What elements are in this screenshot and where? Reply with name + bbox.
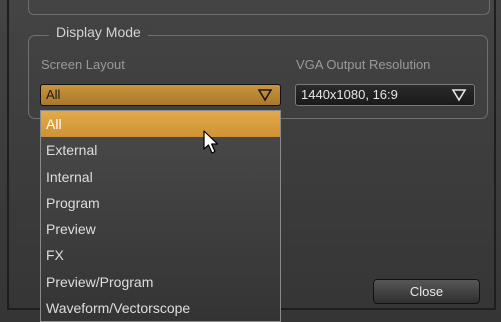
option-fx[interactable]: FX <box>41 242 280 268</box>
screen-layout-value: All <box>46 87 61 102</box>
screen-layout-combobox[interactable]: All <box>40 84 281 106</box>
triangle-down-icon <box>257 89 273 102</box>
option-external[interactable]: External <box>41 137 280 163</box>
upper-groupbox <box>28 0 490 15</box>
option-all[interactable]: All <box>41 111 280 138</box>
option-preview[interactable]: Preview <box>41 216 280 242</box>
option-preview-program[interactable]: Preview/Program <box>41 269 280 295</box>
option-program[interactable]: Program <box>41 190 280 216</box>
triangle-down-icon <box>451 89 467 102</box>
vga-output-resolution-label: VGA Output Resolution <box>296 57 431 72</box>
vga-resolution-value: 1440x1080, 16:9 <box>301 87 398 102</box>
mouse-pointer-icon <box>203 130 219 154</box>
display-mode-title: Display Mode <box>49 24 148 40</box>
screen-layout-label: Screen Layout <box>41 57 125 72</box>
display-mode-group <box>28 35 488 119</box>
option-internal[interactable]: Internal <box>41 164 280 190</box>
close-button[interactable]: Close <box>373 279 480 304</box>
vga-resolution-combobox[interactable]: 1440x1080, 16:9 <box>295 84 475 106</box>
option-waveform-vectorscope[interactable]: Waveform/Vectorscope <box>41 295 280 321</box>
screen-layout-dropdown-list[interactable]: All External Internal Program Preview FX… <box>40 110 281 322</box>
